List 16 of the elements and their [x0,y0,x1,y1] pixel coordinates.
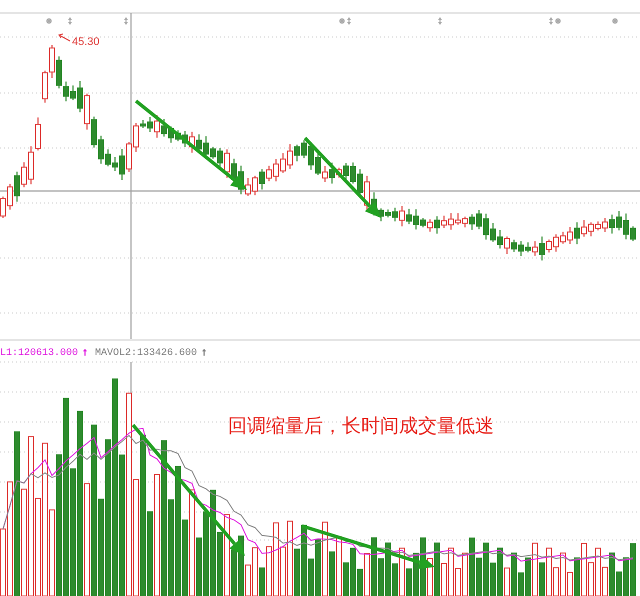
legend-text: ↑ [201,348,208,359]
legend-text: L1:120613.000 [0,348,78,359]
leader-line [58,34,70,42]
asterisk-icon [555,18,561,24]
high-price-label: 45.30 [72,36,100,48]
up-down-icon [549,17,553,25]
asterisk-icon [612,18,618,24]
asterisk-icon [339,18,345,24]
legend-text: ↑ [82,348,88,359]
legend-text: MAVOL2:133426.600 [95,348,198,359]
up-down-icon [124,17,128,25]
annotation-text: 回调缩量后，长时间成交量低迷 [228,415,494,437]
up-down-icon [438,17,442,25]
up-down-icon [68,17,72,25]
up-down-icon [347,17,351,25]
asterisk-icon [46,18,52,24]
